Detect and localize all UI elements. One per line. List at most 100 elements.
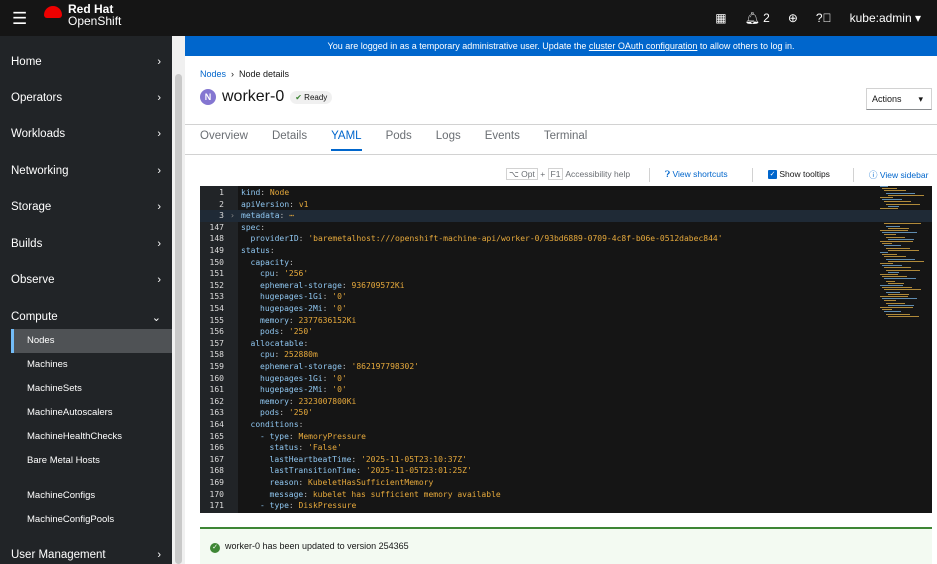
nav-item-machinesets[interactable]: MachineSets [27, 383, 82, 394]
nav-item-machineconfigs[interactable]: MachineConfigs [27, 490, 95, 501]
sidebar-scrollbar[interactable] [172, 36, 185, 564]
yaml-key: - type [260, 501, 289, 511]
code-text: status: [241, 245, 280, 257]
yaml-colon: : [279, 408, 289, 418]
code-text: kind: Node [241, 187, 289, 199]
yaml-value: 'baremetalhost:///openshift-machine-api/… [308, 234, 723, 244]
code-line: 164 conditions: [200, 419, 932, 431]
chevron-right-icon: › [157, 128, 161, 140]
hamburger-menu-icon[interactable]: ☰ [12, 9, 27, 29]
yaml-colon: : [322, 292, 333, 302]
yaml-key: memory [260, 315, 289, 325]
fold-chevron-icon[interactable]: › [230, 210, 235, 222]
info-circle-icon: ⓘ [869, 170, 878, 180]
yaml-key: lastTransitionTime [269, 466, 357, 476]
code-line: 170 message: kubelet has sufficient memor… [200, 489, 932, 501]
logo[interactable]: Red Hat OpenShift [44, 3, 121, 27]
nav-user-management[interactable]: User Management › [11, 549, 161, 561]
tab-details[interactable]: Details [272, 130, 307, 151]
view-shortcuts-label: View shortcuts [672, 169, 728, 179]
code-line: 166 status: 'False' [200, 442, 932, 454]
quick-create-icon[interactable]: ⊕ [788, 11, 798, 25]
line-number: 158 [209, 350, 224, 360]
yaml-value: '2025-11-05T23:01:25Z' [365, 466, 472, 476]
view-sidebar-button[interactable]: ⓘ View sidebar [869, 169, 928, 181]
yaml-colon: : [298, 234, 309, 244]
code-line: 154 hugepages-2Mi: '0' [200, 303, 932, 315]
tab-terminal[interactable]: Terminal [544, 130, 587, 151]
tab-overview[interactable]: Overview [200, 130, 248, 151]
nav-builds[interactable]: Builds › [11, 238, 161, 250]
code-line: 159 ephemeral-storage: '862197798302' [200, 361, 932, 373]
line-number: 157 [209, 338, 224, 348]
code-text: hugepages-1Gi: '0' [260, 373, 347, 385]
notification-count: 2 [763, 11, 770, 25]
actions-dropdown[interactable]: Actions ▾ [866, 88, 932, 110]
success-alert: ✓ worker-0 has been updated to version 25… [200, 527, 932, 564]
yaml-colon: : [288, 315, 299, 325]
breadcrumb-current: Node details [239, 69, 290, 79]
yaml-colon: : [288, 501, 299, 511]
nav-item-machineautoscalers[interactable]: MachineAutoscalers [27, 407, 113, 418]
nav-label: Home [11, 56, 42, 68]
temp-admin-banner: You are logged in as a temporary adminis… [185, 36, 937, 56]
code-text: conditions: [251, 419, 309, 431]
yaml-colon: : [289, 257, 299, 267]
line-number: 168 [209, 466, 224, 476]
code-text: hugepages-2Mi: '0' [260, 384, 347, 396]
code-line: 148 providerID: 'baremetalhost:///openshi… [200, 233, 932, 245]
yaml-colon: : [260, 188, 270, 197]
checkbox-checked-icon[interactable]: ✓ [768, 170, 777, 180]
question-circle-icon: ❓︎ [665, 169, 671, 179]
check-circle-icon: ✔ [295, 92, 302, 102]
notifications-button[interactable]: 🔔︎ 2 [745, 11, 770, 25]
nav-item-nodes[interactable]: Nodes [27, 335, 54, 346]
code-line: 160 hugepages-1Gi: '0' [200, 373, 932, 385]
tab-logs[interactable]: Logs [436, 130, 461, 151]
oauth-config-link[interactable]: cluster OAuth configuration [589, 41, 698, 51]
code-line: 169 reason: KubeletHasSufficientMemory [200, 477, 932, 489]
tab-events[interactable]: Events [485, 130, 520, 151]
nav-workloads[interactable]: Workloads › [11, 128, 161, 140]
help-icon[interactable]: ?⃝ [816, 11, 832, 25]
show-tooltips-checkbox[interactable]: ✓ Show tooltips [768, 169, 830, 180]
tab-pods[interactable]: Pods [386, 130, 412, 151]
nav-item-machineconfigpools[interactable]: MachineConfigPools [27, 514, 114, 525]
yaml-value: '0' [332, 304, 347, 313]
yaml-colon: : [298, 420, 309, 429]
chevron-right-icon: › [157, 56, 161, 68]
yaml-colon: : [351, 454, 362, 464]
nav-observe[interactable]: Observe › [11, 274, 161, 286]
yaml-colon: : [260, 222, 270, 232]
nav-networking[interactable]: Networking › [11, 165, 161, 177]
yaml-value: '0' [332, 292, 347, 302]
nav-operators[interactable]: Operators › [11, 92, 161, 104]
nav-item-machinehealthchecks[interactable]: MachineHealthChecks [27, 431, 122, 442]
tabs: Overview Details YAML Pods Logs Events Termina… [200, 130, 587, 151]
yaml-key: kind [241, 188, 261, 197]
nav-item-bare-metal-hosts[interactable]: Bare Metal Hosts [27, 455, 100, 466]
yaml-key: message [269, 489, 304, 499]
line-number: 162 [209, 396, 224, 406]
user-menu[interactable]: kube:admin ▾ [850, 11, 921, 25]
page-title: N worker-0 ✔ Ready [200, 88, 333, 106]
nav-storage[interactable]: Storage › [11, 201, 161, 213]
yaml-value: '2025-11-05T23:10:37Z' [361, 454, 467, 464]
code-line: 165 - type: MemoryPressure [200, 431, 932, 443]
view-shortcuts-button[interactable]: ❓︎ View shortcuts [665, 169, 728, 180]
nav-item-machines[interactable]: Machines [27, 359, 68, 370]
nav-home[interactable]: Home › [11, 56, 161, 68]
line-number: 160 [209, 373, 224, 383]
tab-yaml[interactable]: YAML [331, 130, 362, 151]
nav-compute[interactable]: Compute ⌄ [11, 311, 161, 324]
app-launcher-icon[interactable]: ▦ [715, 11, 726, 25]
scrollbar-thumb[interactable] [175, 74, 182, 564]
divider [752, 168, 753, 182]
yaml-editor[interactable]: 1 kind: Node 2 apiVersion: v1 3 › metadata: ⋯ 1… [200, 186, 932, 513]
breadcrumb-nodes-link[interactable]: Nodes [200, 69, 226, 79]
line-number: 151 [209, 269, 224, 279]
yaml-key: hugepages-1Gi [260, 292, 323, 302]
yaml-colon: : [356, 466, 366, 476]
yaml-key: status [269, 443, 299, 453]
yaml-key: memory [260, 396, 289, 406]
